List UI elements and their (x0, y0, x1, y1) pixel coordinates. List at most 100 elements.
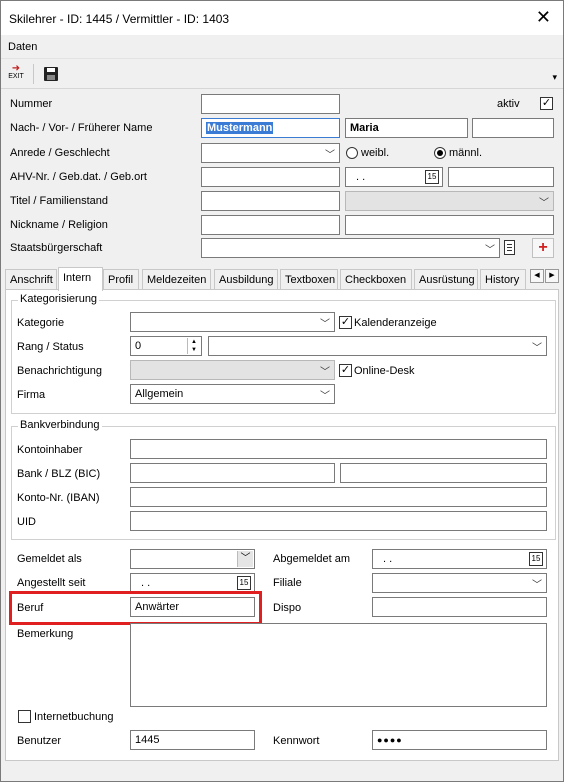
kalenderanzeige-label: Kalenderanzeige (354, 317, 437, 329)
menu-bar: Daten (1, 35, 563, 59)
tab-history[interactable]: History (480, 269, 526, 289)
kontoinhaber-input[interactable] (130, 439, 547, 459)
iban-input[interactable] (130, 487, 547, 507)
gebort-input[interactable] (448, 167, 554, 187)
uid-label: UID (17, 516, 36, 528)
ahv-input[interactable] (201, 167, 340, 187)
blz-label: Bank / BLZ (BIC) (17, 468, 101, 480)
calendar-icon[interactable]: 15 (425, 170, 439, 184)
vorname-value: Maria (350, 122, 379, 134)
bic-input[interactable] (340, 463, 547, 483)
gebdat-value: . . (356, 171, 366, 183)
kontoinhaber-label: Kontoinhaber (17, 444, 83, 456)
status-select[interactable]: ﹀ (208, 336, 547, 356)
calendar-icon[interactable]: 15 (529, 552, 543, 566)
chevron-down-icon: ﹀ (485, 245, 495, 256)
anrede-select[interactable]: ﹀ (201, 143, 340, 163)
calendar-icon[interactable]: 15 (237, 576, 251, 590)
bemerkung-label: Bemerkung (17, 628, 74, 640)
save-icon[interactable] (44, 67, 58, 81)
tab-intern[interactable]: Intern (58, 267, 103, 291)
tab-panel-intern: Kategorisierung Kategorie ﹀ ✓ Kalenderan… (5, 289, 559, 761)
tab-meldezeiten[interactable]: Meldezeiten (142, 269, 211, 289)
titel-input[interactable] (201, 191, 340, 211)
list-icon[interactable] (504, 240, 515, 255)
nachname-input[interactable]: Mustermann (201, 118, 340, 138)
internetbuchung-label: Internetbuchung (34, 711, 114, 723)
bank-input[interactable] (130, 463, 335, 483)
tab-anschrift[interactable]: Anschrift (5, 269, 57, 289)
nickname-label: Nickname / Religion (10, 219, 108, 231)
aktiv-checkbox[interactable]: ✓ (540, 97, 553, 110)
abgemeldet-label: Abgemeldet am (273, 553, 351, 565)
bemerkung-textarea[interactable] (130, 623, 547, 707)
maennl-label: männl. (449, 147, 483, 159)
chevron-down-icon: ﹀ (320, 391, 330, 402)
angestellt-label: Angestellt seit (17, 577, 86, 589)
gebdat-input[interactable]: . . 15 (345, 167, 443, 187)
tab-scroll-right-button[interactable]: ▶ (545, 269, 559, 283)
internetbuchung-checkbox[interactable] (18, 710, 31, 723)
titel-label: Titel / Familienstand (10, 195, 109, 207)
tab-ausbildung[interactable]: Ausbildung (214, 269, 278, 289)
nummer-label: Nummer (10, 98, 53, 110)
nummer-input[interactable] (201, 94, 340, 114)
dispo-input[interactable] (372, 597, 547, 617)
window-title: Skilehrer - ID: 1445 / Vermittler - ID: … (9, 12, 230, 26)
title-bar: Skilehrer - ID: 1445 / Vermittler - ID: … (1, 1, 563, 35)
gemeldet-select[interactable]: ﹀ (130, 549, 255, 569)
menu-daten[interactable]: Daten (8, 41, 37, 53)
plus-icon: + (538, 239, 548, 256)
staatsbuergerschaft-select[interactable]: ﹀ (201, 238, 500, 258)
angestellt-input[interactable]: . . 15 (130, 573, 255, 593)
tab-checkboxen[interactable]: Checkboxen (340, 269, 412, 289)
staat-label: Staatsbürgerschaft (10, 242, 103, 254)
benutzer-input[interactable]: 1445 (130, 730, 255, 750)
uid-input[interactable] (130, 511, 547, 531)
tab-ausruestung[interactable]: Ausrüstung (414, 269, 478, 289)
tab-profil[interactable]: Profil (103, 269, 139, 289)
religion-input[interactable] (345, 215, 554, 235)
chevron-down-icon: ﹀ (532, 580, 542, 591)
angestellt-value: . . (141, 577, 151, 589)
benachrichtigung-select[interactable]: ﹀ (130, 360, 335, 380)
chevron-down-icon: ﹀ (320, 367, 330, 378)
toolbar: ➜ EXIT ▾ (1, 60, 563, 89)
tab-textboxen[interactable]: Textboxen (280, 269, 338, 289)
nickname-input[interactable] (201, 215, 340, 235)
filiale-select[interactable]: ﹀ (372, 573, 547, 593)
firma-select[interactable]: Allgemein ﹀ (130, 384, 335, 404)
kalenderanzeige-checkbox[interactable]: ✓ (339, 316, 352, 329)
rang-value: 0 (135, 340, 142, 352)
chevron-down-icon: ﹀ (325, 150, 335, 161)
exit-button[interactable]: ➜ EXIT (7, 64, 25, 84)
abgemeldet-input[interactable]: . . 15 (372, 549, 547, 569)
kategorie-label: Kategorie (17, 317, 65, 329)
vorname-input[interactable]: Maria (345, 118, 468, 138)
toolbar-separator (33, 64, 34, 84)
name-label: Nach- / Vor- / Früherer Name (10, 122, 153, 134)
close-icon[interactable]: ✕ (536, 7, 551, 28)
anrede-label: Anrede / Geschlecht (10, 147, 110, 159)
add-button[interactable]: + (532, 238, 554, 258)
benutzer-label: Benutzer (17, 735, 62, 747)
tab-scroll-left-button[interactable]: ◀ (530, 269, 544, 283)
firma-label: Firma (17, 389, 46, 401)
kennwort-input[interactable]: ●●●● (372, 730, 547, 750)
online-desk-label: Online-Desk (354, 365, 415, 377)
rang-stepper[interactable]: 0 ▲ ▼ (130, 336, 202, 356)
gemeldet-label: Gemeldet als (17, 553, 82, 565)
kategorisierung-title: Kategorisierung (18, 293, 100, 305)
frueherer-name-input[interactable] (472, 118, 554, 138)
kennwort-label: Kennwort (273, 735, 320, 747)
kategorie-select[interactable]: ﹀ (130, 312, 335, 332)
weibl-radio[interactable] (346, 147, 358, 159)
iban-label: Konto-Nr. (IBAN) (17, 492, 100, 504)
filiale-label: Filiale (273, 577, 302, 589)
online-desk-checkbox[interactable]: ✓ (339, 364, 352, 377)
maennl-radio[interactable] (434, 147, 446, 159)
stepper-icon[interactable]: ▲ ▼ (187, 338, 200, 354)
chevron-down-icon: ﹀ (532, 343, 542, 354)
familienstand-select[interactable]: ﹀ (345, 191, 554, 211)
toolbar-overflow-icon[interactable]: ▾ (552, 72, 557, 83)
